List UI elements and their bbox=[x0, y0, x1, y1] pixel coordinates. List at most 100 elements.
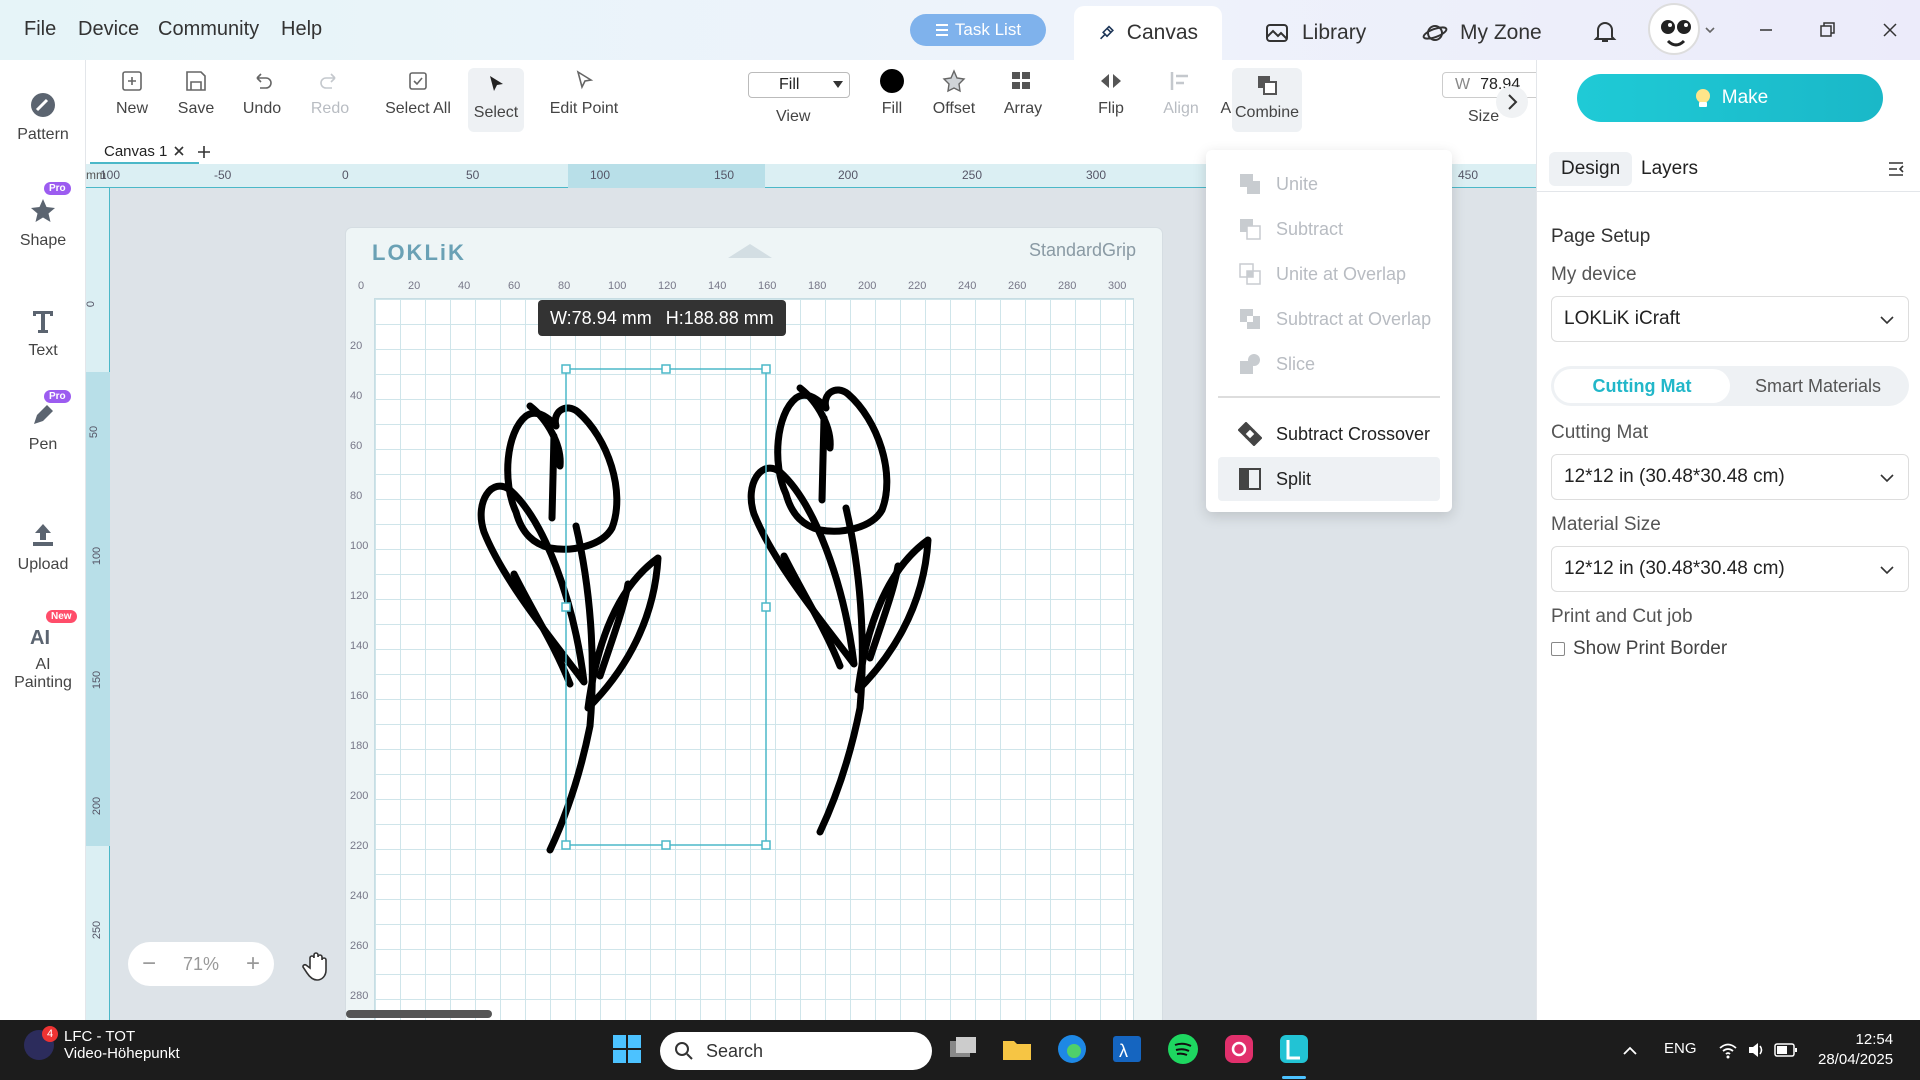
fill-button[interactable]: Fill bbox=[870, 68, 914, 118]
tab-library[interactable]: Library bbox=[1240, 6, 1390, 60]
collapse-panel-icon[interactable] bbox=[1887, 160, 1905, 178]
resize-handle[interactable] bbox=[561, 840, 571, 850]
minimize-icon[interactable] bbox=[1752, 16, 1780, 44]
align-button[interactable]: Align bbox=[1156, 68, 1206, 118]
zoom-in-button[interactable]: + bbox=[246, 950, 260, 978]
loklik-app-icon[interactable] bbox=[1277, 1032, 1311, 1066]
menu-item-split[interactable]: Split bbox=[1218, 457, 1440, 501]
wifi-icon[interactable] bbox=[1718, 1040, 1738, 1060]
cutting-mat-select[interactable]: 12*12 in (30.48*30.48 cm) bbox=[1551, 454, 1909, 500]
terminal-icon[interactable]: λ bbox=[1110, 1032, 1144, 1066]
tab-canvas[interactable]: Canvas bbox=[1074, 6, 1222, 60]
size-tooltip: W:78.94 mm H:188.88 mm bbox=[538, 300, 786, 336]
menu-item-subtract-crossover[interactable]: Subtract Crossover bbox=[1218, 412, 1440, 456]
tab-my-zone[interactable]: My Zone bbox=[1398, 6, 1566, 60]
flip-label: Flip bbox=[1098, 100, 1124, 117]
menu-device[interactable]: Device bbox=[78, 18, 139, 41]
flip-button[interactable]: Flip bbox=[1086, 68, 1136, 118]
sidebar-item-ai-painting[interactable]: New AI AI Painting bbox=[0, 610, 86, 692]
taskbar-search[interactable]: Search bbox=[660, 1032, 932, 1070]
array-label: Array bbox=[1003, 100, 1043, 117]
edit-point-button[interactable]: Edit Point bbox=[542, 68, 626, 118]
menu-item-unite[interactable]: Unite bbox=[1218, 162, 1440, 206]
hand-tool-icon[interactable] bbox=[300, 948, 334, 982]
selection-box[interactable] bbox=[561, 364, 771, 850]
resize-handle[interactable] bbox=[561, 602, 571, 612]
taskbar-search-label: Search bbox=[706, 1040, 764, 1061]
instagram-icon[interactable] bbox=[1222, 1032, 1256, 1066]
menu-help[interactable]: Help bbox=[281, 18, 322, 41]
canvas-tab[interactable]: Canvas 1 bbox=[90, 140, 200, 164]
subtract-overlap-icon bbox=[1240, 309, 1260, 329]
pro-badge: Pro bbox=[44, 182, 71, 195]
undo-button[interactable]: Undo bbox=[240, 68, 284, 118]
task-list-button[interactable]: Task List bbox=[910, 14, 1046, 46]
spotify-icon[interactable] bbox=[1166, 1032, 1200, 1066]
sidebar-item-shape[interactable]: Pro Shape bbox=[0, 182, 86, 250]
windows-start-icon[interactable] bbox=[610, 1032, 644, 1066]
resize-handle[interactable] bbox=[761, 602, 771, 612]
file-explorer-icon[interactable] bbox=[1000, 1032, 1034, 1066]
horizontal-scrollbar[interactable] bbox=[346, 1010, 492, 1018]
tab-design[interactable]: Design bbox=[1549, 152, 1633, 186]
edge-icon[interactable] bbox=[1055, 1032, 1089, 1066]
add-tab-icon[interactable] bbox=[196, 144, 212, 160]
sidebar-item-pattern[interactable]: Pattern bbox=[0, 90, 86, 144]
menu-item-unite-at-overlap[interactable]: Unite at Overlap bbox=[1218, 252, 1440, 296]
material-size-select[interactable]: 12*12 in (30.48*30.48 cm) bbox=[1551, 546, 1909, 592]
new-button[interactable]: New bbox=[110, 68, 154, 118]
close-tab-icon[interactable] bbox=[173, 145, 185, 157]
language-indicator[interactable]: ENG bbox=[1664, 1040, 1697, 1057]
resize-handle[interactable] bbox=[761, 840, 771, 850]
resize-handle[interactable] bbox=[661, 840, 671, 850]
sidebar-item-text[interactable]: Text bbox=[0, 306, 86, 360]
save-button[interactable]: Save bbox=[174, 68, 218, 118]
volume-icon[interactable] bbox=[1746, 1040, 1766, 1060]
segment-smart-materials[interactable]: Smart Materials bbox=[1730, 369, 1906, 403]
clock[interactable]: 12:54 28/04/2025 bbox=[1818, 1030, 1893, 1070]
chevron-up-icon[interactable] bbox=[1622, 1044, 1638, 1056]
restore-icon[interactable] bbox=[1813, 16, 1841, 44]
combine-button[interactable]: Combine bbox=[1232, 68, 1302, 132]
menu-item-subtract[interactable]: Subtract bbox=[1218, 207, 1440, 251]
resize-handle[interactable] bbox=[561, 364, 571, 374]
offset-button[interactable]: Offset bbox=[924, 68, 984, 118]
redo-button[interactable]: Redo bbox=[308, 68, 352, 118]
tulip-design-selected[interactable] bbox=[477, 402, 662, 854]
select-button[interactable]: Select bbox=[468, 68, 524, 132]
segment-cutting-mat[interactable]: Cutting Mat bbox=[1554, 369, 1730, 403]
sidebar-label-text: Text bbox=[28, 342, 58, 359]
menu-item-subtract-overlap-label: Subtract at Overlap bbox=[1276, 308, 1432, 329]
sidebar-item-upload[interactable]: Upload bbox=[0, 520, 86, 574]
view-select[interactable]: Fill bbox=[748, 72, 850, 98]
avatar[interactable] bbox=[1648, 3, 1700, 55]
svg-text:λ: λ bbox=[1119, 1041, 1128, 1061]
task-view-icon[interactable] bbox=[946, 1032, 980, 1066]
close-icon[interactable] bbox=[1876, 16, 1904, 44]
menu-item-subtract-crossover-label: Subtract Crossover bbox=[1276, 423, 1431, 444]
bell-icon[interactable] bbox=[1592, 18, 1618, 44]
array-button[interactable]: Array bbox=[998, 68, 1048, 118]
sidebar-item-pen[interactable]: Pro Pen bbox=[0, 390, 86, 454]
select-all-button[interactable]: Select All bbox=[378, 68, 458, 118]
align-icon bbox=[1170, 72, 1188, 90]
device-select[interactable]: LOKLiK iCraft bbox=[1551, 296, 1909, 342]
cutting-mat-label: Cutting Mat bbox=[1551, 422, 1649, 443]
resize-handle[interactable] bbox=[761, 364, 771, 374]
show-print-border-checkbox[interactable] bbox=[1551, 642, 1565, 656]
combine-icon bbox=[1258, 76, 1277, 95]
menu-community[interactable]: Community bbox=[158, 18, 259, 41]
menu-file[interactable]: File bbox=[24, 18, 56, 41]
show-print-border-row[interactable]: Show Print Border bbox=[1551, 638, 1727, 660]
tab-layers[interactable]: Layers bbox=[1629, 152, 1710, 186]
resize-handle[interactable] bbox=[661, 364, 671, 374]
news-widget[interactable]: 4 LFC - TOT Video-Höhepunkt bbox=[24, 1026, 180, 1062]
battery-icon[interactable] bbox=[1774, 1042, 1798, 1058]
tulip-design[interactable] bbox=[747, 384, 932, 836]
make-button[interactable]: Make bbox=[1577, 74, 1883, 122]
menu-item-slice[interactable]: Slice bbox=[1218, 342, 1440, 386]
toolbar-more-button[interactable] bbox=[1496, 86, 1528, 118]
zoom-out-button[interactable]: − bbox=[142, 950, 156, 978]
chevron-down-icon[interactable] bbox=[1704, 24, 1716, 36]
menu-item-subtract-at-overlap[interactable]: Subtract at Overlap bbox=[1218, 297, 1440, 341]
